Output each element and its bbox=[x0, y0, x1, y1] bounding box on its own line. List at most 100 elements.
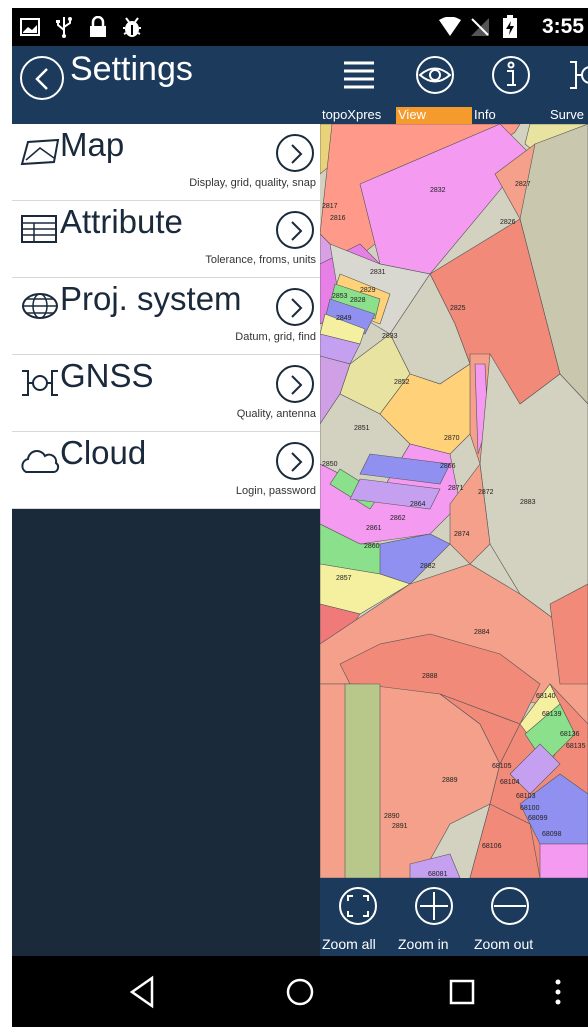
settings-item-attribute[interactable]: Attribute Tolerance, froms, units bbox=[12, 201, 320, 278]
settings-item-title: Cloud bbox=[60, 434, 147, 471]
settings-item-title: Map bbox=[60, 126, 125, 163]
chevron-right-icon bbox=[291, 375, 303, 395]
parcel-label: 2864 bbox=[410, 501, 426, 508]
parcel-label: 2860 bbox=[364, 543, 380, 550]
parcel-label: 2833 bbox=[382, 333, 398, 340]
parcel-label: 2891 bbox=[392, 823, 408, 830]
menu-icon bbox=[344, 61, 374, 89]
parcel-label: 2829 bbox=[360, 287, 376, 294]
parcel-label: 2884 bbox=[474, 629, 490, 636]
tool-label: View bbox=[396, 107, 472, 124]
cloud-icon bbox=[20, 444, 60, 476]
tool-survey[interactable]: Surve bbox=[548, 46, 588, 124]
tool-view[interactable]: View bbox=[396, 46, 472, 124]
map-icon bbox=[20, 136, 60, 168]
battery-charging-icon bbox=[498, 15, 522, 39]
page-title: Settings bbox=[70, 50, 193, 88]
tool-label: Info bbox=[474, 107, 496, 122]
parcel-label: 68105 bbox=[492, 763, 512, 770]
gnss-icon bbox=[20, 367, 60, 399]
open-map-settings-button[interactable] bbox=[276, 134, 314, 172]
home-circle-icon bbox=[286, 978, 314, 1006]
settings-item-subtitle: Tolerance, froms, units bbox=[205, 254, 316, 266]
no-signal-icon bbox=[468, 15, 492, 39]
open-cloud-settings-button[interactable] bbox=[276, 442, 314, 480]
zoom-toolbar: Zoom all Zoom in Zoom out bbox=[320, 878, 588, 956]
chevron-right-icon bbox=[291, 144, 303, 164]
open-gnss-settings-button[interactable] bbox=[276, 365, 314, 403]
open-attribute-settings-button[interactable] bbox=[276, 211, 314, 249]
parcel-label: 2882 bbox=[420, 563, 436, 570]
zoom-all-label: Zoom all bbox=[322, 936, 376, 952]
nav-overflow-menu-button[interactable] bbox=[540, 974, 576, 1010]
status-bar: 3:55 bbox=[12, 8, 588, 46]
parcel-label: 2857 bbox=[336, 575, 352, 582]
lock-icon bbox=[86, 15, 110, 39]
parcel-label: 2872 bbox=[478, 489, 494, 496]
table-icon bbox=[20, 213, 60, 245]
zoom-in-icon bbox=[415, 887, 453, 925]
parcel-label: 2827 bbox=[515, 181, 531, 188]
parcel-label: 2866 bbox=[440, 463, 456, 470]
settings-item-proj-system[interactable]: Proj. system Datum, grid, find bbox=[12, 278, 320, 355]
settings-item-subtitle: Login, password bbox=[235, 485, 316, 497]
back-triangle-icon bbox=[129, 975, 154, 1009]
parcel-label: 2849 bbox=[336, 315, 352, 322]
settings-item-map[interactable]: Map Display, grid, quality, snap bbox=[12, 124, 320, 201]
info-icon bbox=[492, 56, 530, 94]
nav-recents-button[interactable] bbox=[444, 974, 480, 1010]
settings-list: Map Display, grid, quality, snap Attribu… bbox=[12, 124, 320, 509]
wifi-icon bbox=[438, 15, 462, 39]
open-proj-system-settings-button[interactable] bbox=[276, 288, 314, 326]
parcel-label: 2850 bbox=[322, 461, 338, 468]
parcel-label: 68081 bbox=[428, 871, 448, 878]
parcel-label: 2828 bbox=[350, 297, 366, 304]
parcel-label: 68099 bbox=[528, 815, 548, 822]
zoom-in-button[interactable]: Zoom in bbox=[396, 878, 472, 956]
parcel-label: 68106 bbox=[482, 843, 502, 850]
image-icon bbox=[18, 15, 42, 39]
chevron-right-icon bbox=[291, 452, 303, 472]
nav-home-button[interactable] bbox=[282, 974, 318, 1010]
system-nav-bar bbox=[12, 956, 588, 1027]
parcel-label: 2852 bbox=[394, 379, 410, 386]
globe-icon bbox=[20, 290, 60, 322]
parcel-label: 2851 bbox=[354, 425, 370, 432]
more-vert-icon bbox=[555, 979, 561, 1005]
parcel-label: 2890 bbox=[384, 813, 400, 820]
eye-icon bbox=[416, 56, 454, 94]
parcel-label: 2862 bbox=[390, 515, 406, 522]
status-time: 3:55 bbox=[541, 15, 584, 38]
cadastral-map[interactable]: 2832 2827 2826 2817 2816 2831 2829 2825 … bbox=[320, 124, 588, 878]
map-toolbar: topoXpres View Info Surve bbox=[320, 46, 588, 124]
zoom-in-label: Zoom in bbox=[398, 936, 449, 952]
settings-item-subtitle: Datum, grid, find bbox=[235, 331, 316, 343]
parcel-label: 2870 bbox=[444, 435, 460, 442]
back-button[interactable] bbox=[20, 56, 64, 100]
nav-back-button[interactable] bbox=[126, 974, 162, 1010]
android-debug-icon bbox=[120, 15, 144, 39]
parcel-label: 68139 bbox=[542, 711, 562, 718]
survey-icon bbox=[570, 61, 588, 89]
parcel-label: 2889 bbox=[442, 777, 458, 784]
settings-item-title: GNSS bbox=[60, 357, 154, 394]
parcel-label: 2826 bbox=[500, 219, 516, 226]
parcel-label: 2832 bbox=[430, 187, 446, 194]
zoom-out-button[interactable]: Zoom out bbox=[472, 878, 548, 956]
tool-info[interactable]: Info bbox=[472, 46, 548, 124]
map-canvas[interactable]: 2832 2827 2826 2817 2816 2831 2829 2825 … bbox=[320, 124, 588, 878]
parcel-label: 2861 bbox=[366, 525, 382, 532]
chevron-right-icon bbox=[291, 221, 303, 241]
tool-label: Surve bbox=[550, 107, 584, 122]
settings-item-subtitle: Quality, antenna bbox=[236, 408, 316, 420]
parcel-label: 2874 bbox=[454, 531, 470, 538]
parcel-label: 2817 bbox=[322, 203, 338, 210]
settings-item-cloud[interactable]: Cloud Login, password bbox=[12, 432, 320, 509]
tool-topoxpres[interactable]: topoXpres bbox=[320, 46, 396, 124]
parcel-label: 68103 bbox=[516, 793, 536, 800]
zoom-all-icon bbox=[339, 887, 377, 925]
settings-item-gnss[interactable]: GNSS Quality, antenna bbox=[12, 355, 320, 432]
parcel-label: 2816 bbox=[330, 215, 346, 222]
parcel-label: 68100 bbox=[520, 805, 540, 812]
zoom-all-button[interactable]: Zoom all bbox=[320, 878, 396, 956]
